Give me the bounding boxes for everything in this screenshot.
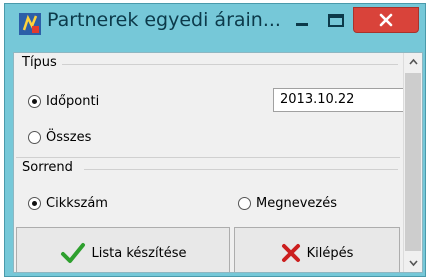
- radio-idoponti-label: Időponti: [46, 93, 100, 109]
- radio-idoponti-indicator: [28, 94, 41, 108]
- chevron-up-icon: [409, 58, 418, 65]
- title-bar[interactable]: Partnerek egyedi árain...: [5, 4, 425, 40]
- radio-osszes-label: Összes: [46, 129, 92, 145]
- radio-cikkszam-label: Cikkszám: [46, 195, 108, 211]
- tipus-group-line: [62, 64, 398, 65]
- radio-osszes-indicator: [28, 130, 41, 144]
- create-list-label: Lista készítése: [91, 245, 187, 261]
- x-icon: [281, 244, 300, 262]
- minimize-icon: [296, 23, 308, 26]
- scroll-up-button[interactable]: [404, 53, 423, 71]
- scroll-thumb[interactable]: [405, 73, 421, 251]
- sorrend-divider: [16, 157, 400, 158]
- minimize-button[interactable]: [287, 10, 317, 32]
- app-icon: [19, 13, 41, 35]
- vertical-scrollbar[interactable]: [403, 53, 423, 272]
- exit-button[interactable]: Kilépés: [234, 227, 400, 272]
- date-input[interactable]: 2013.10.22: [273, 88, 405, 112]
- close-button[interactable]: [353, 7, 419, 33]
- sorrend-group-label: Sorrend: [22, 160, 73, 175]
- close-icon: [379, 13, 393, 27]
- dialog-window: Partnerek egyedi árain... Típus Időponti…: [4, 3, 426, 277]
- form-content: Típus Időponti 2013.10.22 Összes Sorrend…: [14, 53, 405, 272]
- radio-megnevezes[interactable]: Megnevezés: [238, 193, 337, 213]
- radio-cikkszam[interactable]: Cikkszám: [28, 193, 108, 213]
- window-title: Partnerek egyedi árain...: [47, 9, 281, 31]
- create-list-button[interactable]: Lista készítése: [16, 227, 230, 272]
- checkmark-icon: [60, 243, 85, 263]
- client-area: Típus Időponti 2013.10.22 Összes Sorrend…: [13, 52, 423, 273]
- exit-label: Kilépés: [306, 245, 354, 261]
- sorrend-group-line: [84, 169, 398, 170]
- radio-idoponti[interactable]: Időponti: [28, 91, 99, 111]
- radio-megnevezes-label: Megnevezés: [256, 195, 337, 211]
- radio-megnevezes-indicator: [238, 196, 251, 210]
- radio-osszes[interactable]: Összes: [28, 127, 91, 147]
- scroll-down-button[interactable]: [404, 254, 423, 272]
- tipus-group-label: Típus: [22, 55, 57, 70]
- chevron-down-icon: [409, 260, 418, 267]
- maximize-button[interactable]: [321, 10, 351, 32]
- radio-cikkszam-indicator: [28, 196, 41, 210]
